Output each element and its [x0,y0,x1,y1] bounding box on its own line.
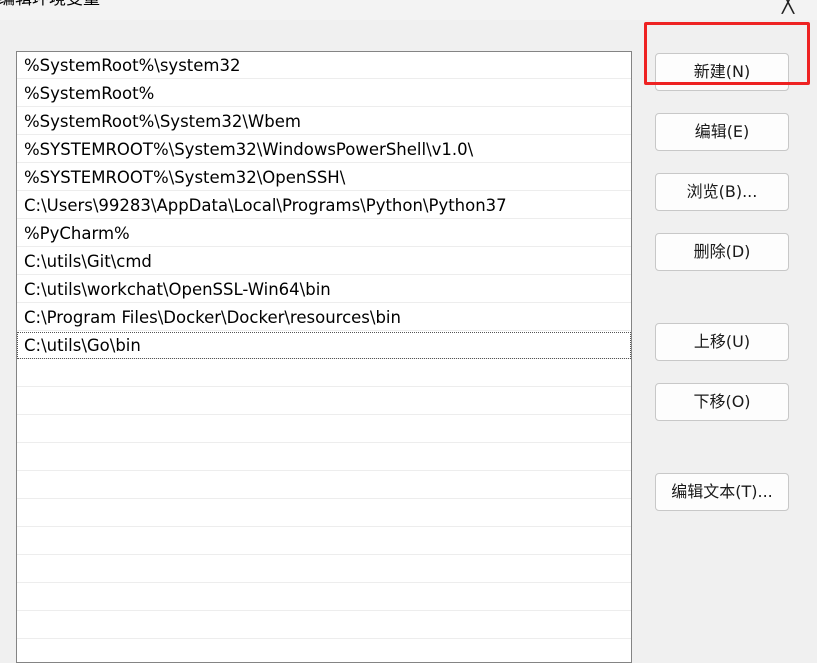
list-item-text: C:\Users\99283\AppData\Local\Programs\Py… [24,196,507,215]
empty-row [17,360,631,387]
path-list[interactable]: %SystemRoot%\system32 %SystemRoot% %Syst… [16,51,632,663]
edit-button[interactable]: 编辑(E) [655,113,789,151]
list-item[interactable]: C:\Program Files\Docker\Docker\resources… [17,304,631,331]
move-down-button[interactable]: 下移(O) [655,383,789,421]
list-item[interactable]: %SystemRoot% [17,80,631,107]
list-item-text: %PyCharm% [24,224,130,243]
empty-row [17,500,631,527]
list-item[interactable]: C:\utils\workchat\OpenSSL-Win64\bin [17,276,631,303]
list-item-text: %SYSTEMROOT%\System32\OpenSSH\ [24,168,346,187]
list-item-text: C:\Program Files\Docker\Docker\resources… [24,308,401,327]
empty-row [17,612,631,639]
empty-row [17,444,631,471]
title-bar: 编辑环境变量 ╳ [0,0,817,20]
list-item[interactable]: C:\Users\99283\AppData\Local\Programs\Py… [17,192,631,219]
list-item-text: C:\utils\Go\bin [24,336,141,355]
empty-row [17,584,631,611]
move-up-button[interactable]: 上移(U) [655,323,789,361]
list-item-text: %SystemRoot% [24,84,155,103]
empty-row [17,556,631,583]
list-item[interactable]: %SYSTEMROOT%\System32\WindowsPowerShell\… [17,136,631,163]
list-item-text: %SystemRoot%\system32 [24,56,241,75]
list-item[interactable]: C:\utils\Git\cmd [17,248,631,275]
browse-button[interactable]: 浏览(B)... [655,173,789,211]
empty-row [17,416,631,443]
window-title: 编辑环境变量 [0,0,100,9]
delete-button[interactable]: 删除(D) [655,233,789,271]
list-item[interactable]: %SystemRoot%\system32 [17,52,631,79]
list-item-text: C:\utils\workchat\OpenSSL-Win64\bin [24,280,331,299]
list-item-text: %SYSTEMROOT%\System32\WindowsPowerShell\… [24,140,474,159]
new-button[interactable]: 新建(N) [655,53,789,91]
empty-row [17,472,631,499]
empty-row [17,528,631,555]
list-item[interactable]: %SystemRoot%\System32\Wbem [17,108,631,135]
edit-text-button[interactable]: 编辑文本(T)... [655,473,789,511]
list-item-text: %SystemRoot%\System32\Wbem [24,112,301,131]
empty-row [17,640,631,662]
close-icon[interactable]: ╳ [768,0,808,16]
list-item[interactable]: %SYSTEMROOT%\System32\OpenSSH\ [17,164,631,191]
empty-row [17,388,631,415]
list-item[interactable]: %PyCharm% [17,220,631,247]
list-item-text: C:\utils\Git\cmd [24,252,152,271]
list-item-selected[interactable]: C:\utils\Go\bin [17,332,631,359]
